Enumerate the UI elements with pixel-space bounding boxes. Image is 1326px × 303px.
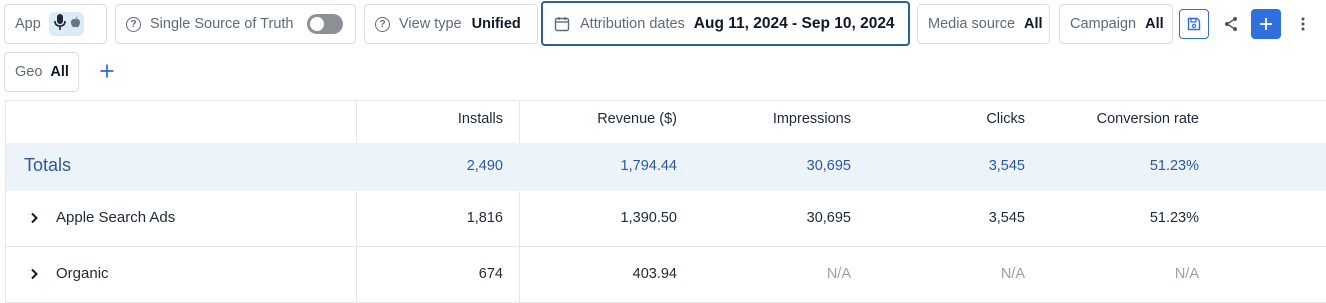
column-header-impressions[interactable]: Impressions (773, 111, 851, 127)
view-type-label: View type (399, 16, 462, 32)
question-circle-icon: ? (126, 16, 141, 32)
row-name-label: Organic (56, 265, 109, 282)
totals-row: Totals 2,490 1,794.44 30,695 3,545 51.23… (6, 143, 1326, 191)
row-impressions: N/A (826, 266, 851, 282)
row-clicks: 3,545 (988, 210, 1025, 226)
question-circle-icon: ? (375, 16, 390, 32)
sst-label: Single Source of Truth (150, 16, 294, 32)
table-header-row: Installs Revenue ($) Impressions Clicks … (6, 101, 1326, 143)
totals-label: Totals (24, 155, 72, 175)
row-name-label: Apple Search Ads (56, 209, 176, 226)
data-table: Installs Revenue ($) Impressions Clicks … (5, 100, 1326, 303)
row-impressions: 30,695 (806, 210, 851, 226)
add-button[interactable] (1251, 9, 1281, 39)
column-header-installs[interactable]: Installs (458, 111, 503, 127)
geo-filter[interactable]: Geo All (4, 52, 79, 92)
view-type-value: Unified (471, 16, 521, 32)
column-header-conversion-rate[interactable]: Conversion rate (1097, 111, 1199, 127)
save-button[interactable] (1179, 9, 1209, 39)
totals-revenue: 1,794.44 (620, 158, 677, 174)
campaign-value: All (1145, 16, 1164, 32)
attribution-dates-value: Aug 11, 2024 - Sep 10, 2024 (693, 14, 895, 32)
sst-toggle[interactable] (307, 14, 344, 34)
column-header-revenue[interactable]: Revenue ($) (597, 111, 677, 127)
attribution-dates-filter[interactable]: Attribution dates Aug 11, 2024 - Sep 10,… (541, 1, 910, 46)
table-row[interactable]: Organic 674 403.94 N/A N/A N/A (6, 247, 1326, 303)
campaign-filter[interactable]: Campaign All (1059, 4, 1173, 44)
plus-icon (100, 64, 114, 78)
totals-conversion-rate: 51.23% (1149, 158, 1199, 174)
media-source-label: Media source (928, 16, 1016, 32)
share-icon (1225, 17, 1237, 31)
row-conversion-rate: 51.23% (1149, 210, 1199, 226)
table-row[interactable]: Apple Search Ads 1,816 1,390.50 30,695 3… (6, 191, 1326, 247)
totals-clicks: 3,545 (988, 158, 1025, 174)
more-options-button[interactable] (1288, 9, 1318, 39)
geo-value: All (50, 64, 69, 80)
share-button[interactable] (1216, 9, 1246, 39)
attribution-dates-label: Attribution dates (580, 15, 685, 32)
view-type-filter[interactable]: ? View type Unified (364, 4, 538, 44)
calendar-icon (554, 16, 570, 32)
row-installs: 674 (478, 266, 503, 282)
app-filter-label: App (15, 16, 41, 32)
row-installs: 1,816 (466, 210, 503, 226)
row-name: Apple Search Ads (24, 209, 175, 226)
totals-installs: 2,490 (466, 158, 503, 174)
media-source-value: All (1024, 16, 1043, 32)
kebab-menu-icon (1301, 17, 1305, 31)
microphone-icon (53, 13, 67, 35)
app-badge (48, 12, 84, 36)
plus-icon (1260, 18, 1272, 30)
campaign-label: Campaign (1070, 16, 1137, 32)
app-filter[interactable]: App (4, 4, 107, 44)
row-revenue: 1,390.50 (620, 210, 677, 226)
chevron-right-icon[interactable] (30, 268, 38, 280)
totals-impressions: 30,695 (806, 158, 851, 174)
chevron-right-icon[interactable] (30, 212, 38, 224)
geo-label: Geo (15, 64, 43, 80)
save-icon (1187, 17, 1201, 31)
column-header-clicks[interactable]: Clicks (986, 111, 1025, 127)
row-revenue: 403.94 (632, 266, 677, 282)
single-source-of-truth-toggle-filter[interactable]: ? Single Source of Truth (115, 4, 356, 44)
row-conversion-rate: N/A (1174, 266, 1199, 282)
apple-icon (70, 16, 81, 32)
row-name: Organic (24, 265, 109, 282)
row-clicks: N/A (1000, 266, 1025, 282)
add-filter-button[interactable] (96, 60, 118, 82)
media-source-filter[interactable]: Media source All (917, 4, 1050, 44)
